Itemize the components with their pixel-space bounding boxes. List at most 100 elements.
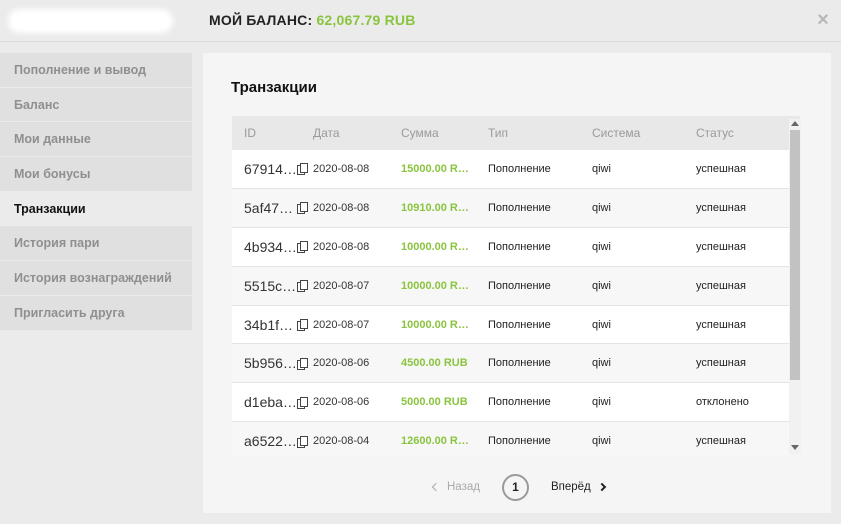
chevron-right-icon <box>597 482 606 492</box>
transaction-date: 2020-08-08 <box>313 240 370 253</box>
transaction-system: qiwi <box>592 357 611 370</box>
copy-icon[interactable] <box>297 163 308 176</box>
id-cell: 4b934… <box>232 239 313 255</box>
table-row: 5af47… 2020-08-08 10910.00 R… Пополнение qiw… <box>232 188 800 228</box>
id-cell: a6522… <box>232 433 313 449</box>
transaction-status: отклонено <box>696 396 749 409</box>
column-header: Тип <box>488 126 509 140</box>
transaction-system: qiwi <box>592 435 611 448</box>
transaction-date: 2020-08-07 <box>313 279 370 292</box>
transaction-date: 2020-08-04 <box>313 435 370 448</box>
id-wrap: d1eba… <box>244 394 313 410</box>
transaction-amount: 5000.00 RUB <box>401 396 468 409</box>
scroll-up-arrow-icon[interactable] <box>791 121 799 126</box>
id-wrap: a6522… <box>244 433 313 449</box>
table-scrollbar[interactable] <box>789 119 801 454</box>
chevron-left-icon <box>431 482 441 492</box>
sidebar-item[interactable]: Транзакции <box>0 191 192 227</box>
transaction-amount: 10000.00 R… <box>401 279 469 292</box>
column-header: ID <box>244 126 256 140</box>
transaction-id: 5b956… <box>244 355 296 372</box>
sidebar-item[interactable]: Пополнение и вывод <box>0 53 192 88</box>
transaction-id: 34b1f… <box>244 316 294 333</box>
next-page-button[interactable]: Вперёд <box>551 481 606 493</box>
sidebar-item[interactable]: Мои бонусы <box>0 157 192 192</box>
transaction-status: успешная <box>696 357 746 370</box>
transaction-id: 5af47… <box>244 199 294 216</box>
prev-page-label: Назад <box>447 481 480 493</box>
sidebar-item[interactable]: Баланс <box>0 87 192 123</box>
transaction-date: 2020-08-08 <box>313 201 370 214</box>
transaction-system: qiwi <box>592 201 611 214</box>
balance-display: МОЙ БАЛАНС: 62,067.79 RUB <box>209 12 416 28</box>
copy-icon[interactable] <box>297 202 308 215</box>
id-wrap: 5af47… <box>244 200 313 216</box>
table-row: 4b934… 2020-08-08 10000.00 R… Пополнение qiw… <box>232 228 800 267</box>
transaction-amount: 10910.00 R… <box>401 201 469 214</box>
column-header: Статус <box>696 126 734 140</box>
transaction-status: успешная <box>696 318 746 331</box>
table-row: 5515c… 2020-08-07 10000.00 R… Пополнение qiw… <box>232 266 800 306</box>
transaction-system: qiwi <box>592 162 611 175</box>
sidebar-item[interactable]: Мои данные <box>0 122 192 158</box>
transaction-id: 5515c… <box>244 277 296 294</box>
balance-value: 62,067.79 RUB <box>316 12 416 28</box>
transaction-system: qiwi <box>592 279 611 292</box>
transaction-date: 2020-08-07 <box>313 318 370 331</box>
scroll-down-arrow-icon[interactable] <box>791 445 799 450</box>
transaction-amount: 10000.00 R… <box>401 318 469 331</box>
transaction-system: qiwi <box>592 240 611 253</box>
transaction-amount: 15000.00 R… <box>401 162 469 175</box>
transaction-id: 4b934… <box>244 238 296 255</box>
scroll-thumb[interactable] <box>790 130 800 380</box>
column-header: Система <box>592 126 641 140</box>
sidebar-item[interactable]: История пари <box>0 226 192 262</box>
table-row: d1eba… 2020-08-06 5000.00 RUB Пополнение qiw… <box>232 383 800 423</box>
transaction-amount: 4500.00 RUB <box>401 357 468 370</box>
copy-icon[interactable] <box>297 396 308 409</box>
column-header: Сумма <box>401 126 439 140</box>
transaction-type: Пополнение <box>488 279 551 292</box>
transaction-status: успешная <box>696 162 746 175</box>
id-cell: 5515c… <box>232 278 313 294</box>
id-cell: 67914… <box>232 161 313 177</box>
transaction-date: 2020-08-06 <box>313 396 370 409</box>
id-cell: 5af47… <box>232 200 313 216</box>
prev-page-button[interactable]: Назад <box>431 481 480 493</box>
transaction-system: qiwi <box>592 318 611 331</box>
table-row: 67914… 2020-08-08 15000.00 R… Пополнение qiw… <box>232 150 800 189</box>
sidebar-item[interactable]: Пригласить друга <box>0 295 192 331</box>
copy-icon[interactable] <box>297 280 308 293</box>
table-header: ID Дата Сумма Тип Система Статус <box>232 116 800 150</box>
page-number-button[interactable]: 1 <box>501 473 529 501</box>
transaction-type: Пополнение <box>488 240 551 253</box>
id-cell: 34b1f… <box>232 317 313 333</box>
transaction-amount: 12600.00 R… <box>401 435 469 448</box>
sidebar-menu: Пополнение и вывод Баланс Мои данные Мои бо… <box>0 53 192 331</box>
top-bar: МОЙ БАЛАНС: 62,067.79 RUB × <box>0 0 841 42</box>
id-cell: d1eba… <box>232 394 313 410</box>
transaction-date: 2020-08-08 <box>313 162 370 175</box>
transaction-type: Пополнение <box>488 318 551 331</box>
copy-icon[interactable] <box>297 357 308 370</box>
table-row: 34b1f… 2020-08-07 10000.00 R… Пополнение qiw… <box>232 306 800 345</box>
copy-icon[interactable] <box>297 241 308 254</box>
transaction-id: 67914… <box>244 160 296 177</box>
transaction-system: qiwi <box>592 396 611 409</box>
id-wrap: 67914… <box>244 161 313 177</box>
copy-icon[interactable] <box>297 319 308 331</box>
sidebar-item[interactable]: История вознаграждений <box>0 261 192 296</box>
transaction-type: Пополнение <box>488 435 551 448</box>
column-header: Дата <box>313 126 340 140</box>
table-row: a6522… 2020-08-04 12600.00 R… Пополнение qiw… <box>232 422 800 455</box>
transaction-type: Пополнение <box>488 162 551 175</box>
transaction-amount: 10000.00 R… <box>401 240 469 253</box>
transaction-type: Пополнение <box>488 357 551 370</box>
transactions-table: ID Дата Сумма Тип Система Статус 67914… 2020-0… <box>232 116 800 455</box>
table-row: 5b956… 2020-08-06 4500.00 RUB Пополнение qiw… <box>232 344 800 384</box>
id-wrap: 5515c… <box>244 278 313 294</box>
close-icon[interactable]: × <box>815 10 831 30</box>
copy-icon[interactable] <box>297 435 308 448</box>
user-name-redacted <box>8 9 173 33</box>
id-cell: 5b956… <box>232 355 313 371</box>
